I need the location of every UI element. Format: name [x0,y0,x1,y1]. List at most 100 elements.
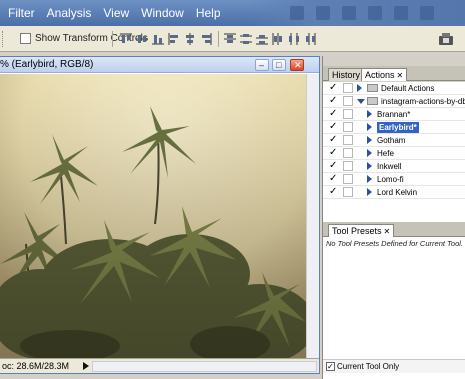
current-tool-only-label: Current Tool Only [337,362,400,371]
action-toggle-checkmark-icon[interactable]: ✓ [329,83,339,93]
menu-bar-extension [250,0,465,26]
collapsed-triangle-icon[interactable] [367,136,372,144]
distribute-top-icon[interactable] [224,33,236,45]
options-bar-grip[interactable] [2,31,6,47]
toolbar-icon[interactable] [342,6,356,20]
action-toggle-checkmark-icon[interactable]: ✓ [329,96,339,106]
tool-presets-tabs: Tool Presets ✕ [323,222,465,237]
minimize-icon: – [259,60,265,70]
dialog-toggle-box[interactable] [343,109,353,119]
dialog-toggle-box[interactable] [343,135,353,145]
distribute-bottom-icon[interactable] [256,33,268,45]
collapsed-triangle-icon[interactable] [357,84,362,92]
toolbar-icon[interactable] [290,6,304,20]
panel-dock: History Actions ✕ ✓ Default Actions ✓ instag… [322,56,465,379]
toolbar-icon[interactable] [420,6,434,20]
expanded-triangle-icon[interactable] [357,99,365,104]
align-top-edges-icon[interactable] [120,33,132,45]
collapsed-triangle-icon[interactable] [367,162,372,170]
action-toggle-checkmark-icon[interactable]: ✓ [329,148,339,158]
close-button[interactable]: ✕ [290,59,304,71]
action-toggle-checkmark-icon[interactable]: ✓ [329,122,339,132]
close-tab-icon[interactable]: ✕ [397,71,404,80]
distribute-left-icon[interactable] [272,33,284,45]
close-icon: ✕ [294,60,302,70]
collapsed-triangle-icon[interactable] [367,175,372,183]
toolbar-icon[interactable] [316,6,330,20]
canvas-image[interactable] [0,74,306,358]
minimize-button[interactable]: – [255,59,269,71]
toolbar-icon[interactable] [368,6,382,20]
action-row[interactable]: ✓ Earlybird* [323,121,465,134]
action-row[interactable]: ✓ Default Actions [323,82,465,95]
dialog-toggle-box[interactable] [343,122,353,132]
action-row[interactable]: ✓ Lomo-fi [323,173,465,186]
action-row[interactable]: ✓ Gotham [323,134,465,147]
dialog-toggle-box[interactable] [343,96,353,106]
separator [218,31,219,47]
collapsed-triangle-icon[interactable] [367,110,372,118]
action-row[interactable]: ✓ Brannan* [323,108,465,121]
dialog-toggle-box[interactable] [343,161,353,171]
tab-actions[interactable]: Actions ✕ [361,68,408,81]
document-title-bar[interactable]: % (Earlybird, RGB/8) – □ ✕ [0,57,319,73]
tab-tool-presets-label: Tool Presets [332,226,382,236]
action-label: Hefe [377,149,394,158]
tab-history[interactable]: History [328,68,365,81]
distribute-vertical-centers-icon[interactable] [240,33,252,45]
action-toggle-checkmark-icon[interactable]: ✓ [329,174,339,184]
close-tab-icon[interactable]: ✕ [384,227,391,236]
menu-filter[interactable]: Filter [0,0,41,26]
align-bottom-edges-icon[interactable] [152,33,164,45]
action-toggle-checkmark-icon[interactable]: ✓ [329,109,339,119]
align-vertical-centers-icon[interactable] [136,33,148,45]
align-left-edges-icon[interactable] [168,33,180,45]
action-row[interactable]: ✓ Lord Kelvin [323,186,465,199]
action-label: Default Actions [381,84,435,93]
action-row[interactable]: ✓ Hefe [323,147,465,160]
palette-well-icon[interactable] [438,32,454,46]
toolbar-icon[interactable] [394,6,408,20]
dialog-toggle-box[interactable] [343,83,353,93]
menu-bar: Filter Analysis View Window Help [0,0,465,26]
action-label: Lord Kelvin [377,188,418,197]
collapsed-triangle-icon[interactable] [367,188,372,196]
tool-presets-footer: ✓ Current Tool Only [323,359,465,373]
no-presets-message: No Tool Presets Defined for Current Tool… [326,239,464,248]
align-right-edges-icon[interactable] [200,33,212,45]
menu-window[interactable]: Window [135,0,190,26]
folder-icon [367,84,378,92]
current-tool-only-checkbox[interactable]: ✓ [326,362,335,371]
tab-actions-label: Actions [365,70,395,80]
palm-trees-photo [0,74,306,358]
actions-panel-tabs: History Actions ✕ [323,66,465,81]
align-horizontal-centers-icon[interactable] [184,33,196,45]
dialog-toggle-box[interactable] [343,174,353,184]
status-menu-arrow-icon[interactable] [82,361,90,371]
maximize-button[interactable]: □ [272,59,286,71]
maximize-icon: □ [276,60,282,70]
action-toggle-checkmark-icon[interactable]: ✓ [329,161,339,171]
dialog-toggle-box[interactable] [343,148,353,158]
action-toggle-checkmark-icon[interactable]: ✓ [329,187,339,197]
tab-history-label: History [332,70,361,80]
horizontal-scrollbar[interactable] [92,361,317,372]
show-transform-controls-checkbox[interactable] [20,33,31,44]
distribute-right-icon[interactable] [304,33,316,45]
menu-analysis[interactable]: Analysis [41,0,98,26]
action-toggle-checkmark-icon[interactable]: ✓ [329,135,339,145]
tab-tool-presets[interactable]: Tool Presets ✕ [328,224,395,237]
document-title: % (Earlybird, RGB/8) [0,59,94,70]
menu-help[interactable]: Help [190,0,227,26]
collapsed-triangle-icon[interactable] [367,149,372,157]
action-label: Earlybird* [377,122,419,133]
vertical-scrollbar[interactable] [306,74,319,358]
distribute-horizontal-centers-icon[interactable] [288,33,300,45]
dialog-toggle-box[interactable] [343,187,353,197]
document-window: % (Earlybird, RGB/8) – □ ✕ oc: 28.6M/28.… [0,56,320,374]
collapsed-triangle-icon[interactable] [367,123,372,131]
action-row[interactable]: ✓ Inkwell [323,160,465,173]
actions-list: ✓ Default Actions ✓ instagram-actions-by-db… [323,82,465,230]
action-row[interactable]: ✓ instagram-actions-by-dbox [323,95,465,108]
menu-view[interactable]: View [97,0,135,26]
